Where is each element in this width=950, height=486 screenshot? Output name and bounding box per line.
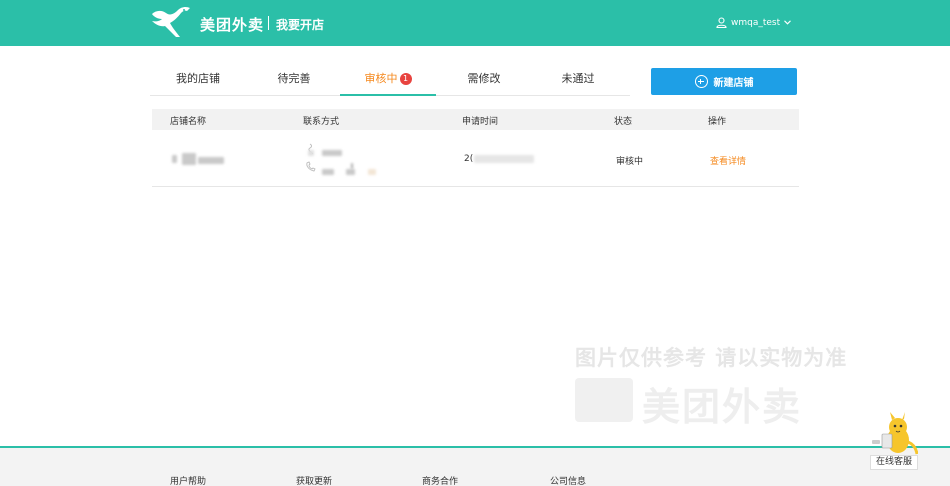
apply-time: 2( <box>464 154 474 164</box>
view-details-link[interactable]: 查看详情 <box>710 154 746 167</box>
footer-link-business[interactable]: 商务合作 <box>422 474 458 486</box>
table-row: 2( 审核中 查看详情 <box>152 131 799 187</box>
chevron-down-icon <box>784 20 792 25</box>
tab-under-review[interactable]: 审核中 1 <box>340 66 436 96</box>
top-header: 美团外卖 我要开店 wmqa_test <box>0 0 950 46</box>
status-tabs: 我的店铺 待完善 审核中 1 需修改 未通过 <box>150 66 630 96</box>
status-text: 审核中 <box>616 157 644 167</box>
new-store-button[interactable]: 新建店铺 <box>651 68 797 95</box>
user-menu[interactable]: wmqa_test <box>716 17 792 28</box>
brand-subtitle: 我要开店 <box>276 18 325 32</box>
watermark-brand: 美团外卖 <box>642 385 803 429</box>
column-header: 操作 <box>708 117 727 127</box>
plus-circle-icon <box>694 75 708 88</box>
count-badge: 1 <box>399 73 412 85</box>
username: wmqa_test <box>731 17 781 28</box>
brand-name: 美团外卖 <box>200 16 265 34</box>
column-header: 状态 <box>614 117 633 127</box>
new-store-label: 新建店铺 <box>713 78 754 89</box>
phone-icon <box>306 161 316 172</box>
footer-link-company[interactable]: 公司信息 <box>550 474 586 486</box>
customer-service-label[interactable]: 在线客服 <box>870 455 918 470</box>
kangaroo-logo-icon[interactable] <box>150 4 194 40</box>
table-header: 店铺名称 联系方式 申请时间 状态 操作 <box>152 109 799 130</box>
tab-my-stores[interactable]: 我的店铺 <box>150 66 246 96</box>
tab-needs-revision[interactable]: 需修改 <box>436 66 532 96</box>
tab-rejected[interactable]: 未通过 <box>530 66 626 96</box>
tab-to-complete[interactable]: 待完善 <box>246 66 342 96</box>
column-header: 店铺名称 <box>170 117 207 127</box>
footer-link-updates[interactable]: 获取更新 <box>296 474 332 486</box>
footer: 用户帮助 获取更新 商务合作 公司信息 <box>0 448 950 486</box>
brand-divider <box>268 16 269 30</box>
watermark-logo-icon <box>575 378 633 422</box>
watermark-text: 图片仅供参考 请以实物为准 <box>575 346 848 370</box>
footer-link-help[interactable]: 用户帮助 <box>170 474 206 486</box>
kangaroo-mascot-icon <box>872 412 919 455</box>
user-icon <box>716 17 727 28</box>
column-header: 联系方式 <box>303 117 340 127</box>
column-header: 申请时间 <box>462 117 499 127</box>
